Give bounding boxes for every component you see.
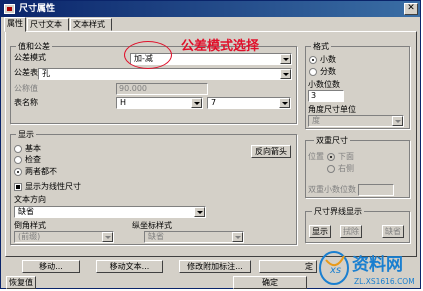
neither-radio-label: 两者都不 xyxy=(25,167,57,176)
display-group-title: 显示 xyxy=(16,129,36,140)
window-title: 尺寸属性 xyxy=(19,4,56,14)
angle-unit-select: 度 xyxy=(308,115,404,127)
basic-radio-label: 基本 xyxy=(25,144,41,153)
tolerance-table-value: 孔 xyxy=(42,69,50,78)
restore-button[interactable]: 恢复值 xyxy=(6,276,36,289)
fraction-radio[interactable] xyxy=(309,68,317,76)
text-direction-label: 文本方向 xyxy=(14,195,46,204)
dual-position-label: 位置 xyxy=(308,152,324,161)
table-name-value-2: 7 xyxy=(211,98,217,107)
watermark-url: ZL.XS1616.COM xyxy=(354,277,415,286)
ok-button[interactable]: 确定 xyxy=(233,276,307,289)
tab-text-style[interactable]: 文本样式 xyxy=(70,18,112,31)
dual-decimals-field xyxy=(358,184,394,196)
app-icon xyxy=(4,4,15,14)
basic-radio[interactable] xyxy=(14,145,22,153)
text-direction-select[interactable]: 缺省 xyxy=(14,206,206,218)
fraction-radio-label: 分数 xyxy=(320,67,336,76)
tab-dimension-text[interactable]: 尺寸文本 xyxy=(27,18,69,31)
table-name-label: 表名称 xyxy=(14,98,38,107)
chamfer-style-value: (前缀) xyxy=(18,232,41,241)
decimal-places-field[interactable]: 3 xyxy=(308,90,344,102)
annotation-text: 公差模式选择 xyxy=(181,39,260,54)
decimal-radio-label: 小数 xyxy=(320,55,336,64)
tolerance-table-label: 公差表 xyxy=(14,68,38,77)
inspection-radio[interactable] xyxy=(14,156,22,164)
witness-line-group-title: 尺寸界线显示 xyxy=(312,206,364,217)
chevron-down-icon[interactable] xyxy=(280,54,291,64)
chamfer-style-select: (前缀) xyxy=(14,231,114,243)
neither-radio[interactable] xyxy=(14,168,22,176)
angle-unit-value: 度 xyxy=(312,116,320,125)
table-name-select-1[interactable]: H xyxy=(116,97,203,109)
move-text-button[interactable]: 移动文本... xyxy=(96,260,163,273)
chevron-down-icon xyxy=(102,232,113,242)
svg-text:xs: xs xyxy=(329,265,341,276)
annotation-ellipse xyxy=(124,41,172,69)
right-radio-label: 右侧 xyxy=(338,164,354,173)
move-button[interactable]: 移动... xyxy=(22,260,80,273)
chevron-down-icon xyxy=(232,232,243,242)
ordinate-style-value: 缺省 xyxy=(148,232,164,241)
format-group-title: 格式 xyxy=(311,41,331,52)
text-direction-value: 缺省 xyxy=(18,207,34,216)
angle-unit-label: 角度尺寸单位 xyxy=(308,105,356,114)
witness-default-button: 缺省 xyxy=(382,225,404,238)
nominal-value-label: 公称值 xyxy=(14,84,38,93)
chevron-down-icon[interactable] xyxy=(280,69,291,79)
chevron-down-icon[interactable] xyxy=(194,207,205,217)
witness-erase-button: 拭除 xyxy=(340,225,362,238)
ordinate-style-label: 纵坐标样式 xyxy=(132,221,172,230)
tolerance-table-select[interactable]: 孔 xyxy=(38,68,292,80)
dual-dimension-group-title: 双重尺寸 xyxy=(314,135,350,146)
below-radio-label: 下面 xyxy=(338,152,354,161)
close-icon[interactable]: ✕ xyxy=(404,3,418,15)
watermark-text: 资料网 xyxy=(352,254,403,275)
fix-button[interactable]: 定 xyxy=(259,260,317,273)
right-radio xyxy=(327,165,335,173)
show-as-linear-label: 显示为线性尺寸 xyxy=(25,182,81,191)
chevron-down-icon[interactable] xyxy=(279,98,290,108)
flip-arrows-button[interactable]: 反向箭头 xyxy=(251,145,291,158)
table-name-value-1: H xyxy=(120,98,127,107)
witness-show-button[interactable]: 显示 xyxy=(309,225,331,238)
below-radio xyxy=(327,153,335,161)
show-as-linear-checkbox[interactable] xyxy=(14,183,22,191)
tab-properties[interactable]: 属性 xyxy=(4,17,26,32)
tolerance-mode-label: 公差模式 xyxy=(14,53,46,62)
decimal-radio[interactable] xyxy=(309,56,317,64)
chevron-down-icon[interactable] xyxy=(191,98,202,108)
nominal-value-field: 90.000 xyxy=(116,83,208,95)
watermark-logo: xs 资料网 ZL.XS1616.COM xyxy=(319,251,415,286)
chevron-down-icon xyxy=(392,116,403,126)
modify-attach-button[interactable]: 修改附加标注... xyxy=(179,260,251,273)
title-bar: 尺寸属性 ✕ xyxy=(1,1,420,17)
inspection-radio-label: 检查 xyxy=(25,155,41,164)
ordinate-style-select: 缺省 xyxy=(144,231,244,243)
dual-decimals-label: 双重小数位数 xyxy=(308,185,356,194)
tolerance-group-title: 值和公差 xyxy=(16,41,52,52)
table-name-select-2[interactable]: 7 xyxy=(207,97,291,109)
chamfer-style-label: 倒角样式 xyxy=(14,221,46,230)
decimal-places-label: 小数位数 xyxy=(308,80,340,89)
